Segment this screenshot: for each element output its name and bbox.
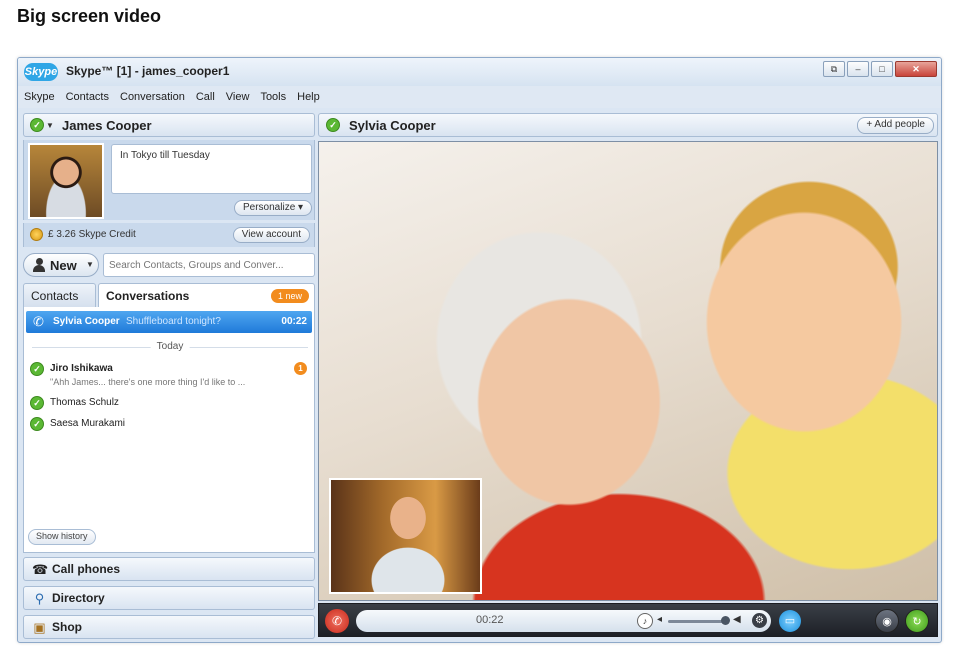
conversation-message: Shuffleboard tonight? bbox=[126, 316, 221, 327]
volume-slider[interactable] bbox=[668, 620, 724, 623]
message-preview: "Ahh James... there's one more thing I'd… bbox=[50, 377, 246, 387]
new-button-label: New bbox=[50, 258, 77, 273]
skype-logo: Skype bbox=[24, 63, 58, 81]
conversation-list: ✆ Sylvia Cooper Shuffleboard tonight? 00… bbox=[23, 307, 315, 553]
close-button[interactable]: ✕ bbox=[895, 61, 937, 77]
microphone-icon[interactable]: ♪ bbox=[637, 613, 653, 629]
menu-help[interactable]: Help bbox=[297, 91, 320, 103]
tab-conversations[interactable]: Conversations 1 new bbox=[98, 283, 315, 307]
directory-label: Directory bbox=[52, 591, 105, 605]
add-people-button[interactable]: + Add people bbox=[857, 117, 934, 134]
left-panel: ✓ ▼ James Cooper In Tokyo till Tuesday P… bbox=[23, 113, 315, 640]
menu-contacts[interactable]: Contacts bbox=[66, 91, 109, 103]
new-button[interactable]: New ▼ bbox=[23, 253, 99, 277]
volume-slider-handle[interactable] bbox=[721, 616, 730, 625]
personalize-button[interactable]: Personalize ▾ bbox=[234, 200, 313, 216]
online-status-icon: ✓ bbox=[30, 396, 44, 410]
unread-badge: 1 bbox=[294, 362, 307, 375]
online-status-icon: ✓ bbox=[326, 118, 340, 132]
shop-label: Shop bbox=[52, 620, 82, 634]
search-input[interactable] bbox=[103, 253, 315, 277]
minimize-button[interactable]: – bbox=[847, 61, 869, 77]
date-divider: Today bbox=[32, 341, 308, 359]
active-conversation-row[interactable]: ✆ Sylvia Cooper Shuffleboard tonight? 00… bbox=[26, 311, 312, 333]
list-item[interactable]: ✓ Jiro Ishikawa "Ahh James... there's on… bbox=[26, 361, 312, 391]
call-contact-name: Sylvia Cooper bbox=[349, 118, 436, 133]
window-title: Skype™ [1] - james_cooper1 bbox=[66, 64, 230, 78]
menu-bar: Skype Contacts Conversation Call View To… bbox=[18, 86, 941, 108]
menu-conversation[interactable]: Conversation bbox=[120, 91, 185, 103]
credit-bar: £ 3.26 Skype Credit View account bbox=[23, 223, 315, 247]
online-status-icon: ✓ bbox=[30, 417, 44, 431]
view-account-button[interactable]: View account bbox=[232, 227, 310, 243]
new-count-badge: 1 new bbox=[270, 289, 309, 303]
menu-call[interactable]: Call bbox=[196, 91, 215, 103]
call-button[interactable]: ↻ bbox=[905, 609, 929, 633]
call-panel: ✓ Sylvia Cooper + Add people ✆ 00:22 ♪ ◂… bbox=[318, 113, 938, 640]
mood-message[interactable]: In Tokyo till Tuesday bbox=[111, 144, 312, 194]
coin-icon bbox=[30, 228, 43, 241]
shopping-bag-icon: ▣ bbox=[33, 620, 46, 635]
chat-button[interactable]: ▭ bbox=[779, 610, 801, 632]
conversation-name: Sylvia Cooper bbox=[53, 316, 120, 327]
page-title: Big screen video bbox=[17, 6, 162, 26]
skype-window: Skype Skype™ [1] - james_cooper1 ⧉ – □ ✕… bbox=[17, 57, 942, 643]
avatar[interactable] bbox=[28, 143, 104, 219]
skype-credit: £ 3.26 Skype Credit bbox=[48, 229, 136, 240]
telephone-icon: ☎ bbox=[32, 562, 49, 577]
profile-area: In Tokyo till Tuesday Personalize ▾ bbox=[23, 140, 315, 220]
show-history-button[interactable]: Show history bbox=[28, 529, 96, 545]
call-phones-label: Call phones bbox=[52, 562, 121, 576]
menu-view[interactable]: View bbox=[226, 91, 250, 103]
tabs: Contacts Conversations 1 new bbox=[23, 283, 315, 307]
online-status-icon: ✓ bbox=[30, 362, 44, 376]
tab-contacts[interactable]: Contacts bbox=[23, 283, 96, 307]
shop-button[interactable]: ▣ Shop bbox=[23, 615, 315, 639]
search-icon: ⚲ bbox=[34, 591, 45, 606]
hang-up-button[interactable]: ✆ bbox=[325, 609, 349, 633]
call-timer: 00:22 bbox=[476, 614, 504, 626]
contact-name: Jiro Ishikawa bbox=[50, 363, 113, 374]
maximize-button[interactable]: □ bbox=[871, 61, 893, 77]
tab-conversations-label: Conversations bbox=[106, 289, 190, 303]
contact-name: Thomas Schulz bbox=[50, 397, 119, 408]
menu-tools[interactable]: Tools bbox=[260, 91, 286, 103]
profile-header[interactable]: ✓ ▼ James Cooper bbox=[23, 113, 315, 137]
volume-low-icon: ◂ bbox=[657, 614, 663, 625]
add-contact-icon bbox=[32, 258, 46, 272]
volume-high-icon: ◀ bbox=[733, 614, 741, 625]
remote-video bbox=[318, 141, 938, 601]
gear-icon[interactable]: ⚙ bbox=[752, 613, 767, 628]
list-item[interactable]: ✓ Saesa Murakami bbox=[26, 416, 312, 434]
call-phones-button[interactable]: ☎ Call phones bbox=[23, 557, 315, 581]
status-dropdown-icon[interactable]: ▼ bbox=[46, 121, 54, 130]
menu-skype[interactable]: Skype bbox=[24, 91, 55, 103]
contact-name: Saesa Murakami bbox=[50, 418, 126, 429]
call-status-bar: 00:22 ♪ ◂ ◀ ⚙ bbox=[356, 610, 771, 632]
video-settings-icon[interactable]: ◉ bbox=[875, 609, 899, 633]
directory-button[interactable]: ⚲ Directory bbox=[23, 586, 315, 610]
date-divider-label: Today bbox=[150, 341, 190, 352]
list-item[interactable]: ✓ Thomas Schulz bbox=[26, 395, 312, 413]
online-status-icon[interactable]: ✓ bbox=[30, 118, 44, 132]
chevron-down-icon: ▼ bbox=[86, 260, 94, 269]
profile-name: James Cooper bbox=[62, 118, 152, 133]
restore-window-button[interactable]: ⧉ bbox=[823, 61, 845, 77]
window-controls: ⧉ – □ ✕ bbox=[823, 61, 937, 77]
call-duration: 00:22 bbox=[281, 316, 307, 327]
call-header: ✓ Sylvia Cooper + Add people bbox=[318, 113, 938, 137]
phone-icon: ✆ bbox=[33, 314, 44, 329]
call-controls: ✆ 00:22 ♪ ◂ ◀ ⚙ ▭ ◉ ↻ bbox=[318, 603, 938, 637]
self-video-preview[interactable] bbox=[329, 478, 482, 594]
title-bar: Skype Skype™ [1] - james_cooper1 ⧉ – □ ✕ bbox=[18, 58, 941, 86]
